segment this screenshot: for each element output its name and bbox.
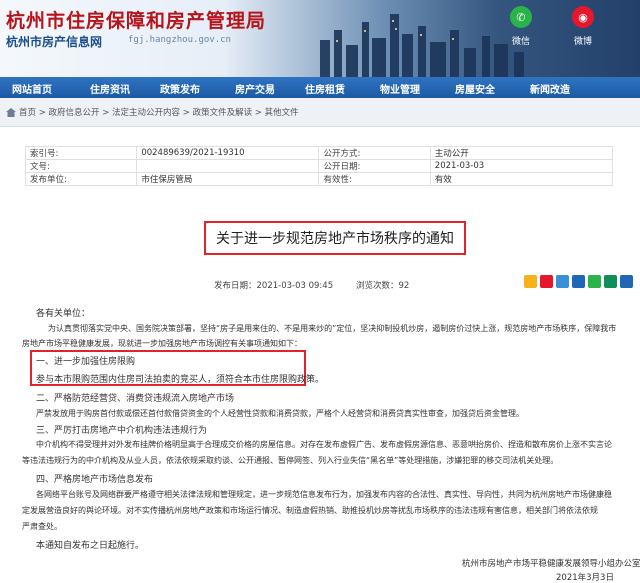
greeting: 各有关单位：: [36, 309, 91, 319]
nav-housing-news[interactable]: 住房资讯: [90, 81, 130, 96]
wechat-share-icon[interactable]: [588, 275, 601, 288]
section-heading: 二、严格防范经营贷、消费贷违规流入房地产市场: [36, 394, 235, 404]
weibo-link[interactable]: ◉ 微博: [566, 6, 600, 47]
douban-share-icon[interactable]: [604, 275, 617, 288]
weibo-share-icon[interactable]: [540, 275, 553, 288]
meta-key: 公开方式:: [318, 146, 431, 160]
site-domain: fgj.hangzhou.gov.cn: [128, 35, 231, 45]
breadcrumb: 首页 > 政府信息公开 > 法定主动公开内容 > 政策文件及解读 > 其他文件: [0, 98, 640, 127]
wechat-label: 微信: [511, 37, 530, 47]
section-body: 定发展营造良好的舆论环境。对不实传播杭州房地产政策和市场运行情况、制造虚假热销、…: [22, 506, 598, 515]
nav-housing-safety[interactable]: 房屋安全: [455, 81, 495, 96]
meta-value: 有效: [429, 172, 614, 186]
document-meta-table: 索引号: 002489639/2021-19310 公开方式: 主动公开 文号:…: [24, 146, 614, 186]
closing-line: 本通知自发布之日起施行。: [36, 541, 145, 551]
nav-renovation[interactable]: 新闻改造: [530, 81, 570, 96]
share-bar: [524, 275, 633, 288]
weibo-icon: ◉: [572, 6, 594, 28]
section-body: 参与本市限购范围内住房司法拍卖的竞买人，须符合本市住房限购政策。: [36, 375, 325, 385]
meta-key: 文号:: [24, 159, 138, 173]
section-body: 中介机构不得受理并对外发布挂牌价格明显高于合理成交价格的房屋信息。对存在发布虚假…: [36, 440, 612, 449]
publish-date: 发布日期：2021-03-03 09:45: [214, 281, 334, 291]
meta-value: 市住保房管局: [136, 172, 320, 186]
nav-property-mgmt[interactable]: 物业管理: [380, 81, 420, 96]
nav-home[interactable]: 网站首页: [12, 81, 52, 96]
section-body: 严禁发放用于购房首付款或偿还首付款借贷资金的个人经营性贷款和消费贷款，严格个人经…: [36, 409, 524, 418]
meta-value: 2021-03-03: [429, 159, 614, 173]
article-title-box: 关于进一步规范房地产市场秩序的通知: [204, 221, 466, 255]
breadcrumb-path[interactable]: 首页 > 政府信息公开 > 法定主动公开内容 > 政策文件及解读 > 其他文件: [19, 106, 299, 118]
more-share-icon[interactable]: [620, 275, 633, 288]
section-body: 等违法违规行为的中介机构及从业人员，依法依规采取约谈、公开通报、暂停网签、列入行…: [22, 456, 559, 465]
nav-policy[interactable]: 政策发布: [160, 81, 200, 96]
section-heading: 四、严格房地产市场信息发布: [36, 475, 154, 485]
view-count: 浏览次数：92: [356, 281, 410, 291]
qzone-share-icon[interactable]: [524, 275, 537, 288]
header-banner: 杭州市住房保障和房产管理局 杭州市房产信息网 fgj.hangzhou.gov.…: [0, 0, 640, 77]
meta-value: [136, 159, 320, 173]
intro-line: 房地产市场平稳健康发展，现就进一步加强房地产市场调控有关事项通知如下：: [22, 339, 302, 348]
issue-date: 2021年3月3日: [556, 573, 614, 583]
main-nav: 网站首页 住房资讯 政策发布 房产交易 住房租赁 物业管理 房屋安全 新闻改造: [0, 77, 640, 98]
section-heading: 三、严厉打击房地产中介机构违法违规行为: [36, 426, 208, 436]
meta-key: 公开日期:: [318, 159, 431, 173]
nav-transaction[interactable]: 房产交易: [235, 81, 275, 96]
section-heading: 一、进一步加强住房限购: [36, 357, 136, 367]
meta-row: 文号: 公开日期: 2021-03-03: [24, 159, 614, 173]
meta-key: 索引号:: [24, 146, 138, 160]
article-title: 关于进一步规范房地产市场秩序的通知: [216, 231, 454, 247]
wechat-icon: ✆: [510, 6, 532, 28]
meta-value: 002489639/2021-19310: [136, 146, 320, 160]
meta-key: 发布单位:: [24, 172, 138, 186]
meta-row: 索引号: 002489639/2021-19310 公开方式: 主动公开: [24, 146, 614, 160]
renren-share-icon[interactable]: [572, 275, 585, 288]
weibo-label: 微博: [573, 37, 592, 47]
meta-value: 主动公开: [429, 146, 614, 160]
issuing-organization: 杭州市房地产市场平稳健康发展领导小组办公室: [462, 559, 640, 569]
intro-line: 为认真贯彻落实党中央、国务院决策部署，坚持“房子是用来住的、不是用来炒的”定位，…: [48, 324, 617, 333]
site-title: 杭州市住房保障和房产管理局: [6, 10, 267, 32]
home-icon: [6, 107, 16, 117]
section-body: 严肃查处。: [22, 522, 62, 531]
nav-rental[interactable]: 住房租赁: [305, 81, 345, 96]
wechat-link[interactable]: ✆ 微信: [504, 6, 538, 47]
site-subtitle: 杭州市房产信息网: [6, 35, 103, 49]
section-body: 各网络平台账号及网络群要严格遵守相关法律法规和管理规定，进一步规范信息发布行为，…: [36, 490, 612, 499]
meta-row: 发布单位: 市住保房管局 有效性: 有效: [24, 172, 614, 186]
meta-key: 有效性:: [318, 172, 431, 186]
tencent-weibo-share-icon[interactable]: [556, 275, 569, 288]
